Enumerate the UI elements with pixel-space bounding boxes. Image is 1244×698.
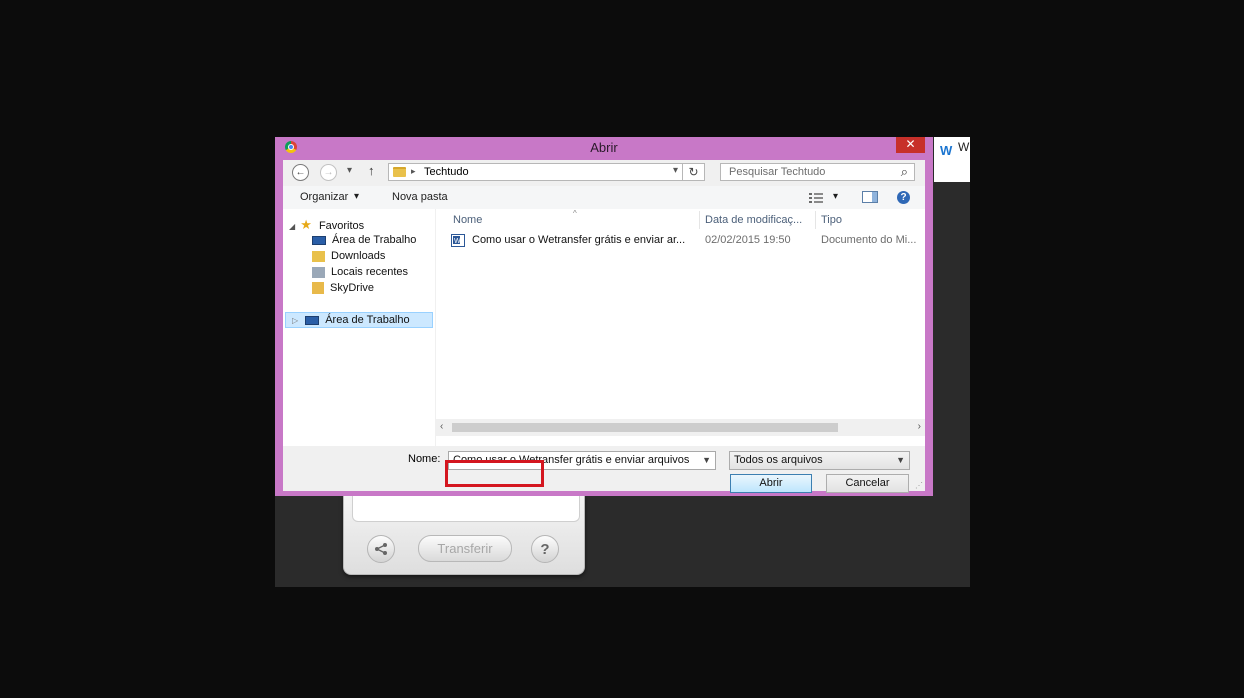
- scrollbar-thumb[interactable]: [452, 423, 838, 432]
- back-button[interactable]: ←: [292, 164, 309, 181]
- new-folder-button[interactable]: Nova pasta: [392, 191, 448, 203]
- file-type-filter[interactable]: Todos os arquivos ▼: [729, 451, 910, 470]
- wetransfer-panel-content: [352, 495, 580, 522]
- sidebar-item-label: Área de Trabalho: [332, 234, 417, 246]
- share-button[interactable]: [367, 535, 395, 563]
- horizontal-scrollbar[interactable]: ‹ ›: [436, 419, 925, 436]
- close-button[interactable]: ✕: [896, 137, 925, 153]
- up-button[interactable]: ↑: [368, 163, 375, 178]
- organize-chevron-icon: ▾: [354, 191, 360, 202]
- file-list-pane: ^ Nome Data de modificaç... Tipo W Como …: [436, 209, 925, 446]
- recent-locations-chevron-icon[interactable]: ▾: [347, 165, 352, 176]
- sidebar-item-skydrive[interactable]: SkyDrive: [312, 282, 374, 298]
- chevron-down-icon[interactable]: ▼: [702, 452, 711, 469]
- sidebar-item-label: Área de Trabalho: [325, 314, 410, 326]
- column-header-type[interactable]: Tipo: [821, 209, 921, 231]
- sidebar-item-desktop-root[interactable]: ▷ Área de Trabalho: [285, 312, 433, 328]
- address-bar[interactable]: ▸ Techtudo ▾: [388, 163, 683, 181]
- help-button[interactable]: ?: [531, 535, 559, 563]
- chevron-down-icon: ▼: [896, 455, 905, 465]
- transfer-button[interactable]: Transferir: [418, 535, 512, 562]
- scroll-left-icon[interactable]: ‹: [440, 421, 443, 432]
- share-icon: [375, 543, 387, 555]
- help-icon[interactable]: ?: [897, 191, 910, 204]
- name-label: Nome:: [408, 453, 441, 465]
- browser-tab-label: W: [958, 140, 970, 154]
- navigation-pane: ◢ ★ Favoritos Área de Trabalho Downloads…: [283, 209, 435, 446]
- star-icon: ★: [300, 217, 312, 232]
- sidebar-item-label: SkyDrive: [330, 282, 375, 294]
- sidebar-item-desktop[interactable]: Área de Trabalho: [312, 234, 416, 250]
- preview-pane-icon[interactable]: [862, 191, 878, 203]
- search-icon[interactable]: ⌕: [901, 164, 908, 180]
- desktop-icon: [305, 315, 320, 325]
- file-type: Documento do Mi...: [821, 234, 917, 246]
- column-header-date[interactable]: Data de modificaç...: [705, 209, 813, 231]
- open-button-highlight: [445, 460, 544, 487]
- word-document-icon: W: [451, 234, 465, 247]
- open-button[interactable]: Abrir: [730, 474, 812, 493]
- forward-button[interactable]: →: [320, 164, 337, 181]
- help-icon: ?: [540, 540, 550, 558]
- address-path[interactable]: Techtudo: [424, 166, 469, 178]
- dialog-footer: Nome: Como usar o Wetransfer grátis e en…: [283, 446, 925, 493]
- scroll-right-icon[interactable]: ›: [918, 421, 921, 432]
- wetransfer-panel: Transferir ?: [343, 495, 585, 575]
- refresh-button[interactable]: ↻: [683, 163, 705, 181]
- open-file-dialog: Abrir ✕ ← → ▾ ↑ ▸ Techtudo ▾ ↻ Pesquisar…: [275, 137, 933, 496]
- dialog-title: Abrir: [590, 140, 618, 155]
- cancel-button[interactable]: Cancelar: [826, 474, 909, 493]
- dialog-titlebar[interactable]: Abrir ✕: [275, 137, 933, 157]
- dialog-toolbar: Organizar ▾ Nova pasta ▾ ?: [283, 186, 925, 209]
- skydrive-icon: [312, 282, 324, 295]
- column-divider[interactable]: [699, 211, 700, 229]
- file-row[interactable]: W Como usar o Wetransfer grátis e enviar…: [451, 233, 925, 249]
- file-date: 02/02/2015 19:50: [705, 234, 791, 246]
- file-name: Como usar o Wetransfer grátis e enviar a…: [472, 234, 686, 246]
- resize-grip-icon[interactable]: ⋰: [915, 481, 923, 490]
- organize-button[interactable]: Organizar: [300, 191, 348, 203]
- collapse-arrow-icon[interactable]: ◢: [289, 222, 295, 231]
- path-separator-icon: ▸: [411, 166, 416, 176]
- dialog-client-area: ← → ▾ ↑ ▸ Techtudo ▾ ↻ Pesquisar Techtud…: [283, 160, 925, 493]
- browser-tab[interactable]: W W: [934, 137, 970, 182]
- recent-places-icon: [312, 266, 325, 278]
- column-header-name[interactable]: Nome: [453, 209, 696, 231]
- folder-icon: [393, 167, 406, 177]
- favorites-group[interactable]: ◢ ★ Favoritos: [289, 217, 364, 233]
- sidebar-item-downloads[interactable]: Downloads: [312, 250, 385, 266]
- file-type-filter-value: Todos os arquivos: [734, 454, 823, 466]
- desktop-icon: [312, 235, 326, 245]
- favorites-label: Favoritos: [318, 220, 365, 232]
- wetransfer-logo-icon: W: [940, 143, 953, 158]
- sidebar-item-label: Locais recentes: [331, 266, 409, 278]
- sidebar-item-recent-places[interactable]: Locais recentes: [312, 266, 408, 282]
- expand-arrow-icon[interactable]: ▷: [292, 316, 298, 325]
- svg-text:W: W: [454, 238, 461, 245]
- downloads-icon: [312, 250, 325, 262]
- view-options-chevron-icon[interactable]: ▾: [833, 191, 838, 202]
- search-placeholder: Pesquisar Techtudo: [729, 166, 826, 178]
- column-divider[interactable]: [815, 211, 816, 229]
- address-dropdown-chevron-icon[interactable]: ▾: [673, 165, 678, 176]
- search-input[interactable]: Pesquisar Techtudo ⌕: [720, 163, 915, 181]
- sidebar-item-label: Downloads: [331, 250, 386, 262]
- view-options-icon[interactable]: [809, 192, 823, 203]
